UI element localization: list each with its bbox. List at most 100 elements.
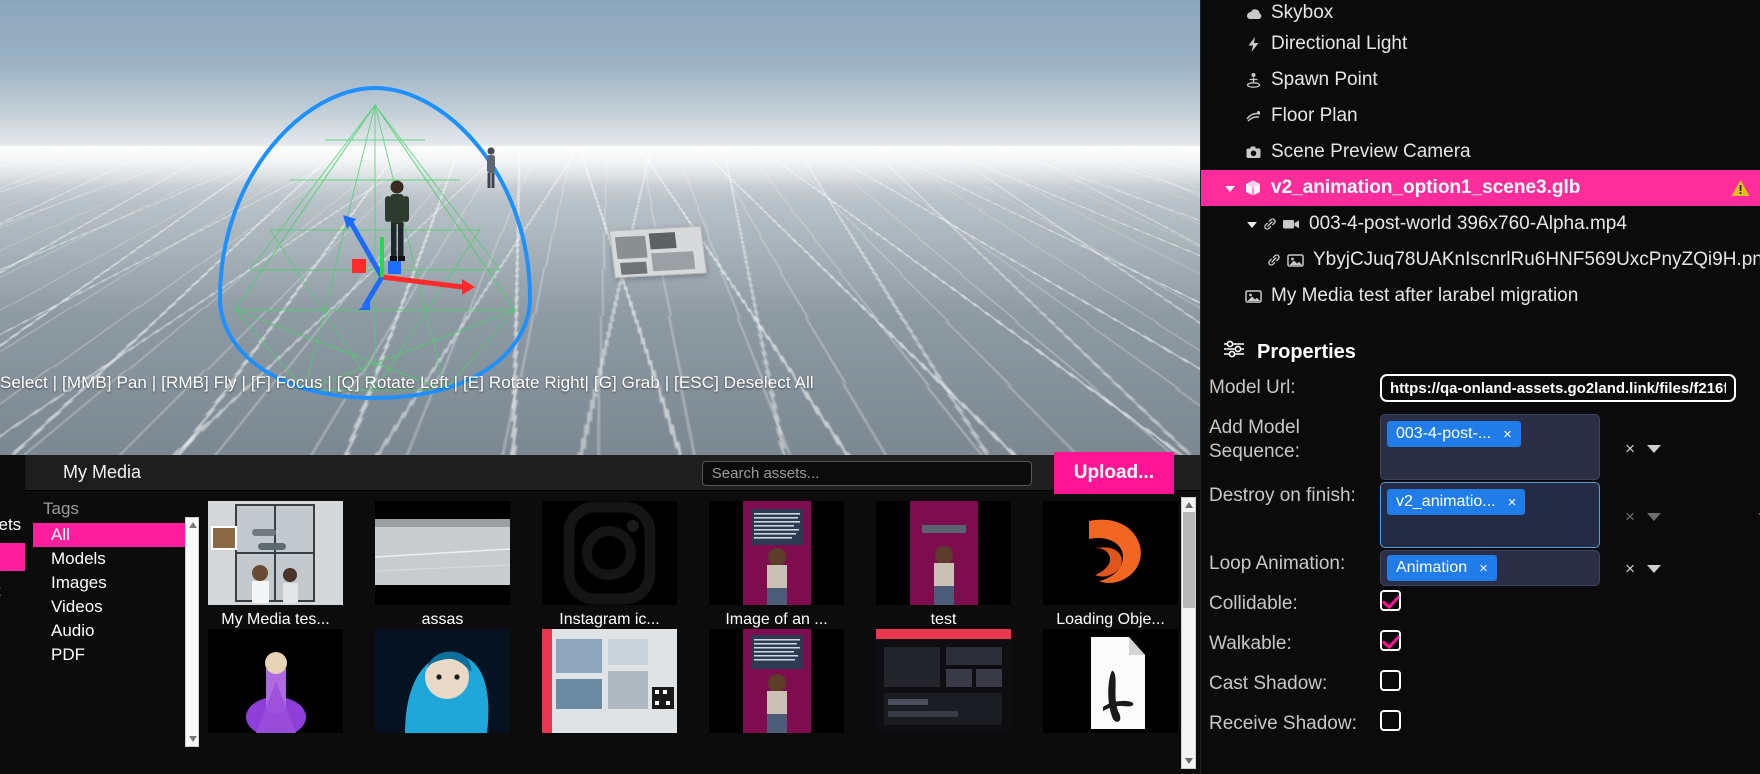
- asset-card[interactable]: [709, 629, 844, 739]
- selected-chip[interactable]: 003-4-post-... ×: [1387, 421, 1521, 447]
- clear-all-icon[interactable]: ×: [1625, 507, 1635, 527]
- model-url-input[interactable]: [1380, 374, 1736, 402]
- asset-thumbnail[interactable]: [542, 629, 677, 733]
- cast-shadow-label: Cast Shadow:: [1209, 673, 1328, 694]
- floorplan-icon: [1241, 108, 1265, 125]
- hierarchy-item-directional-light[interactable]: Directional Light: [1201, 26, 1760, 62]
- chip-label: 003-4-post-...: [1396, 425, 1492, 442]
- asset-grid-scrollbar[interactable]: [1181, 497, 1196, 769]
- hierarchy-item-selected-model[interactable]: v2_animation_option1_scene3.glb: [1201, 170, 1760, 206]
- loop-animation-select[interactable]: Animation × ×: [1380, 550, 1661, 586]
- asset-card[interactable]: assas: [375, 501, 510, 629]
- asset-thumbnail[interactable]: [375, 629, 510, 733]
- scene-viewport[interactable]: Select | [MMB] Pan | [RMB] Fly | [F] Foc…: [0, 0, 1200, 455]
- asset-card[interactable]: [876, 629, 1011, 739]
- tag-item-audio[interactable]: Audio: [33, 619, 195, 643]
- selected-chip[interactable]: Animation ×: [1387, 555, 1497, 581]
- left-edit-label[interactable]: it: [0, 577, 1, 605]
- hierarchy-item-skybox[interactable]: Skybox: [1201, 0, 1760, 26]
- asset-thumbnail[interactable]: [876, 501, 1011, 605]
- add-model-sequence-label: Add Model Sequence:: [1209, 417, 1300, 463]
- transform-gizmo[interactable]: [330, 215, 475, 310]
- hierarchy-item-scene-preview-camera[interactable]: Scene Preview Camera: [1201, 134, 1760, 170]
- sliders-icon: [1223, 340, 1245, 364]
- walkable-checkbox[interactable]: [1380, 630, 1401, 651]
- selected-chip[interactable]: v2_animatio... ×: [1387, 489, 1526, 515]
- asset-card[interactable]: [375, 629, 510, 739]
- asset-thumbnail[interactable]: [709, 629, 844, 733]
- collidable-checkbox[interactable]: [1380, 590, 1401, 611]
- chip-remove-icon[interactable]: ×: [1503, 426, 1512, 443]
- chip-label: Animation: [1396, 559, 1468, 576]
- image-icon: [1241, 289, 1265, 304]
- chevron-down-icon[interactable]: [1647, 513, 1661, 521]
- loop-animation-field: Animation × ×: [1380, 550, 1760, 586]
- tag-item-models[interactable]: Models: [33, 547, 195, 571]
- receive-shadow-checkbox[interactable]: [1380, 710, 1401, 731]
- properties-header: Properties: [1201, 314, 1760, 374]
- scene-hierarchy-tree: Skybox Directional Light Spawn Point Flo…: [1201, 0, 1760, 314]
- hierarchy-item-spawn-point[interactable]: Spawn Point: [1201, 62, 1760, 98]
- scrollbar-thumb[interactable]: [1183, 512, 1195, 608]
- media-plane-object[interactable]: [609, 225, 707, 279]
- scroll-down-arrow-icon[interactable]: [1185, 758, 1193, 764]
- cast-shadow-checkbox[interactable]: [1380, 670, 1401, 691]
- asset-thumbnail[interactable]: [709, 501, 844, 605]
- asset-thumbnail[interactable]: [1043, 501, 1178, 605]
- add-model-sequence-select[interactable]: 003-4-post-... × ×: [1380, 414, 1661, 480]
- asset-card[interactable]: Loading Obje...: [1043, 501, 1178, 629]
- hierarchy-item-label: 003-4-post-world 396x760-Alpha.mp4: [1309, 213, 1627, 234]
- asset-card[interactable]: Instagram ic...: [542, 501, 677, 629]
- asset-thumbnail[interactable]: [375, 501, 510, 605]
- scroll-up-arrow-icon[interactable]: [1185, 502, 1193, 508]
- chevron-down-icon[interactable]: [1647, 565, 1661, 573]
- chevron-down-icon[interactable]: [1647, 445, 1661, 453]
- hierarchy-item-label: v2_animation_option1_scene3.glb: [1271, 177, 1581, 198]
- clear-all-icon[interactable]: ×: [1625, 439, 1635, 459]
- tag-item-all[interactable]: All: [33, 523, 195, 547]
- asset-card[interactable]: test: [876, 501, 1011, 629]
- tag-item-videos[interactable]: Videos: [33, 595, 195, 619]
- asset-card[interactable]: Image of an ...: [709, 501, 844, 629]
- collidable-field: [1380, 590, 1760, 616]
- tag-item-images[interactable]: Images: [33, 571, 195, 595]
- asset-thumbnail[interactable]: [1043, 629, 1178, 733]
- cast-shadow-field: [1380, 670, 1760, 696]
- tag-item-pdf[interactable]: PDF: [33, 643, 195, 667]
- property-row-destroy-on-finish: Destroy on finish: v2_animatio... × ×: [1201, 482, 1760, 548]
- asset-card[interactable]: [542, 629, 677, 739]
- hierarchy-item-floor-plan[interactable]: Floor Plan: [1201, 98, 1760, 134]
- hierarchy-item-image-child[interactable]: YbyjCJuq78UAKnIscnrlRu6HNF569UxcPnyZQi9H…: [1201, 242, 1760, 278]
- property-row-collidable: Collidable:: [1201, 590, 1760, 628]
- chip-remove-icon[interactable]: ×: [1479, 560, 1488, 577]
- receive-shadow-field: [1380, 710, 1760, 736]
- chip-remove-icon[interactable]: ×: [1508, 494, 1517, 511]
- asset-card[interactable]: My Media tes...: [208, 501, 343, 629]
- asset-label: assas: [421, 611, 464, 628]
- asset-thumbnail[interactable]: [542, 501, 677, 605]
- hierarchy-item-video-child[interactable]: 003-4-post-world 396x760-Alpha.mp4: [1201, 206, 1760, 242]
- asset-thumbnail[interactable]: [208, 501, 343, 605]
- left-assets-label[interactable]: sets: [0, 511, 21, 539]
- media-browser-panel: My Media Upload... Tags All Models Image…: [25, 452, 1200, 774]
- clear-all-icon[interactable]: ×: [1625, 559, 1635, 579]
- viewport-shortcut-help: Select | [MMB] Pan | [RMB] Fly | [F] Foc…: [0, 373, 814, 392]
- asset-card[interactable]: [1043, 629, 1178, 739]
- asset-thumbnail[interactable]: [208, 629, 343, 733]
- walkable-field: [1380, 630, 1760, 656]
- search-input[interactable]: [701, 460, 1032, 486]
- warning-icon[interactable]: [1731, 179, 1750, 203]
- asset-label: Instagram ic...: [559, 611, 660, 628]
- destroy-on-finish-select[interactable]: v2_animatio... × ×: [1380, 482, 1661, 548]
- spawn-icon: [1241, 72, 1265, 89]
- hierarchy-item-label: My Media test after larabel migration: [1271, 285, 1579, 306]
- upload-button[interactable]: Upload...: [1053, 452, 1174, 494]
- collidable-label: Collidable:: [1209, 593, 1298, 614]
- destroy-on-finish-label: Destroy on finish:: [1209, 485, 1356, 506]
- asset-card[interactable]: [208, 629, 343, 739]
- chip-label: v2_animatio...: [1396, 493, 1496, 510]
- asset-thumbnail[interactable]: [876, 629, 1011, 733]
- asset-grid-wrapper: My Media tes... assas Instagram ic... Im…: [195, 491, 1200, 774]
- hierarchy-item-my-media-test[interactable]: My Media test after larabel migration: [1201, 278, 1760, 314]
- tags-sidebar: Tags All Models Images Videos Audio PDF: [25, 491, 199, 774]
